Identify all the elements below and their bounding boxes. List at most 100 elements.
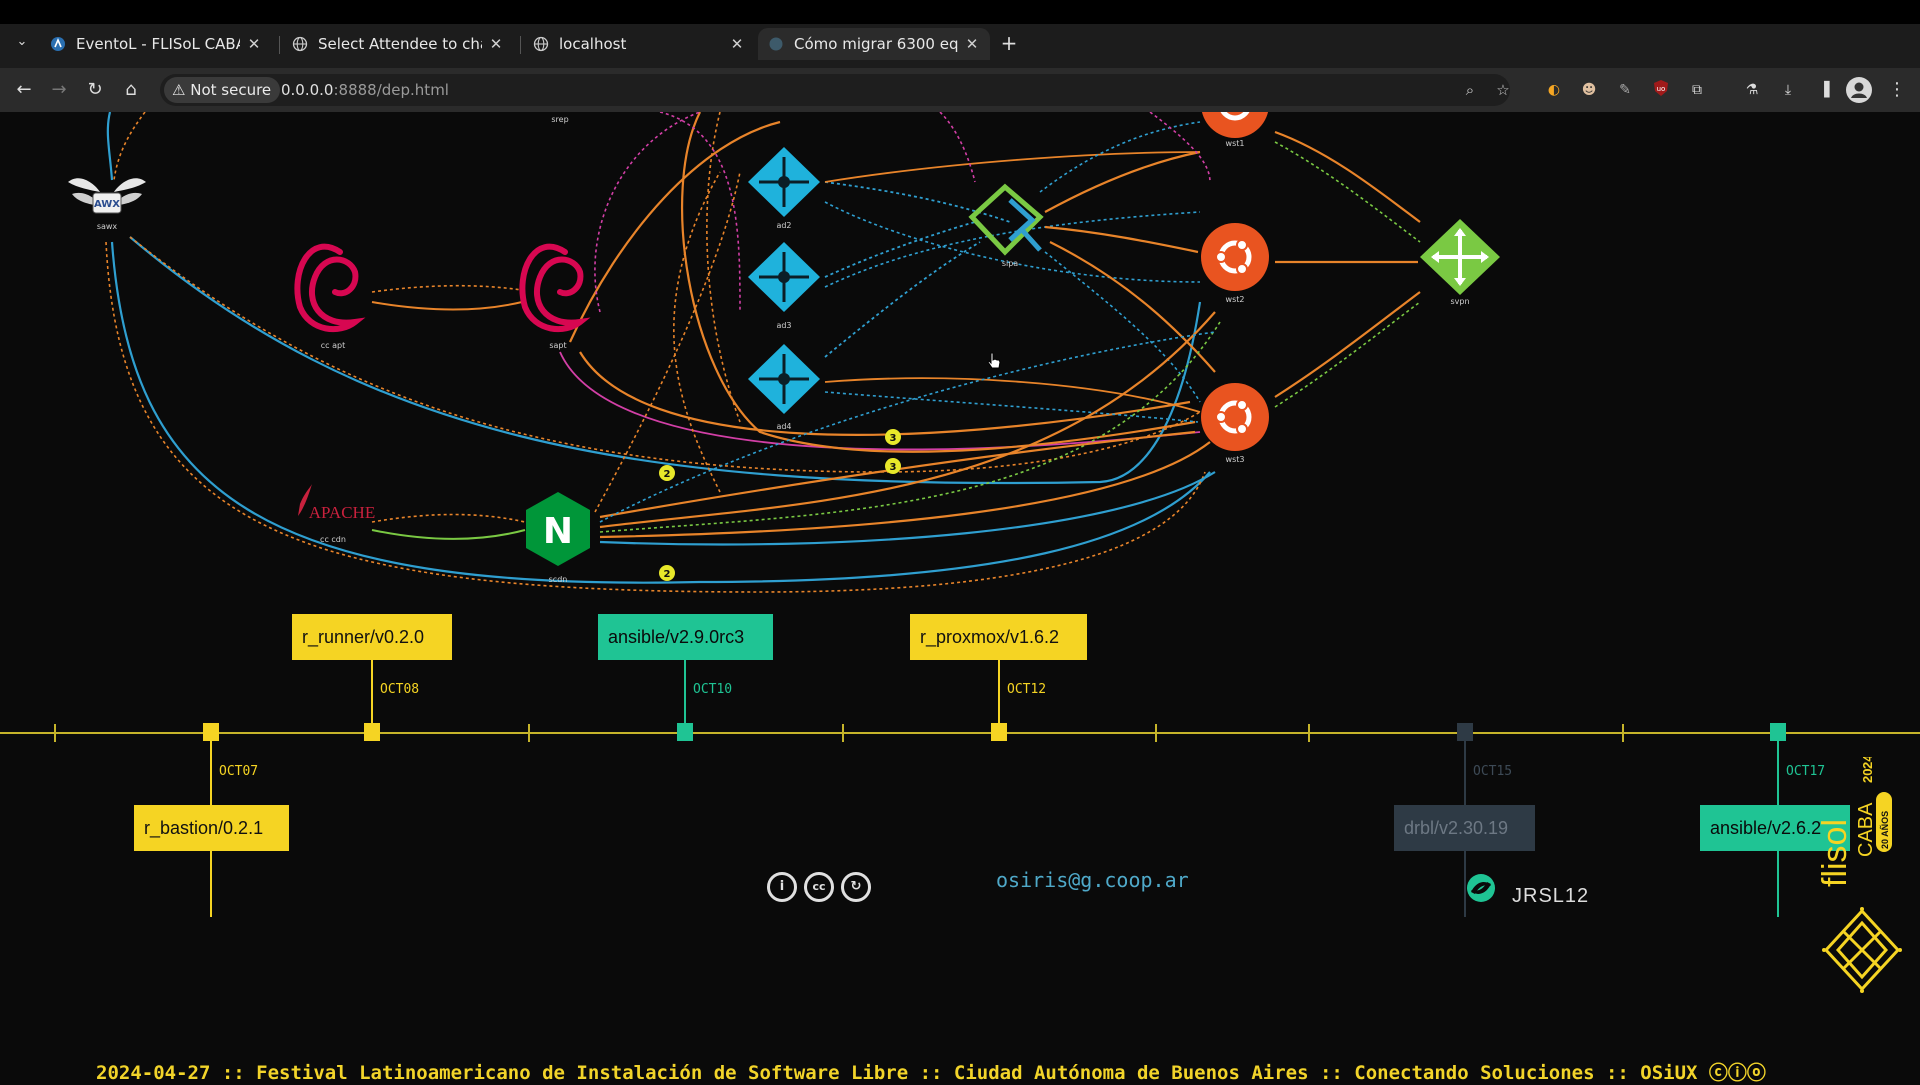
release-marker[interactable]: [991, 723, 1007, 741]
close-tab-icon[interactable]: ✕: [246, 35, 262, 53]
bookmark-star-icon[interactable]: ☆: [1491, 78, 1515, 102]
flisol-year: 20: [1860, 769, 1875, 783]
home-button[interactable]: ⌂: [119, 78, 143, 102]
timeline-tick: [1308, 724, 1310, 742]
release-tag[interactable]: r_runner/v0.2.0: [292, 614, 452, 660]
address-bar[interactable]: ⚠ Not secure 0.0.0.0:8888/dep.html ⌕ ☆: [160, 74, 1510, 106]
svg-text:AWX: AWX: [94, 199, 120, 210]
labs-flask-icon[interactable]: ⚗: [1741, 79, 1763, 101]
edge: [113, 112, 146, 181]
edge: [1149, 112, 1211, 183]
tab-eventol[interactable]: EventoL - FLISoL CABA ✕: [40, 28, 272, 60]
extension-moon-icon[interactable]: ◐: [1543, 79, 1565, 101]
page-icon: [769, 37, 783, 51]
release-tag[interactable]: r_proxmox/v1.6.2: [910, 614, 1087, 660]
cc-logo-icon: cc: [804, 872, 834, 902]
release-date: OCT12: [1007, 682, 1047, 697]
freeipa-icon: [968, 183, 1044, 256]
edge: [371, 284, 523, 293]
active-directory-icon: [748, 344, 820, 414]
timeline-tick: [528, 724, 530, 742]
release-marker[interactable]: [1770, 723, 1786, 741]
tab-localhost[interactable]: localhost ✕: [523, 28, 755, 60]
node-label: cc apt: [321, 341, 345, 350]
cc-attribution-icon: i: [767, 872, 797, 902]
security-chip[interactable]: ⚠ Not secure: [164, 77, 281, 103]
node-label: scdn: [549, 575, 568, 584]
svg-text:uo: uo: [1657, 85, 1666, 93]
node-label: ad2: [776, 221, 791, 230]
edge: [371, 513, 526, 523]
active-directory-icon: [748, 147, 820, 217]
active-directory-icon: [748, 242, 820, 312]
person-icon: [1851, 82, 1867, 98]
side-panel-icon[interactable]: ▐: [1813, 79, 1835, 101]
flisol-anniversary: 20 AÑOS: [1880, 811, 1890, 849]
tab-como-migrar[interactable]: Cómo migrar 6300 equ ✕: [758, 28, 990, 60]
warning-icon: ⚠: [172, 81, 186, 99]
edge: [371, 529, 526, 540]
author-email[interactable]: osiris@g.coop.ar: [996, 868, 1189, 892]
awx-icon: AWX: [68, 178, 146, 214]
extension-pin-icon[interactable]: ✎: [1614, 79, 1636, 101]
close-tab-icon[interactable]: ✕: [964, 35, 980, 53]
edge: [824, 221, 976, 278]
ublock-icon[interactable]: uo: [1650, 79, 1672, 101]
node-label: svpn: [1450, 297, 1469, 306]
tab-divider: [279, 36, 280, 54]
node-label: sawx: [97, 222, 118, 231]
release-tag[interactable]: r_bastion/0.2.1: [134, 805, 289, 851]
edge: [106, 112, 114, 181]
cc-sharealike-icon: ↻: [841, 872, 871, 902]
back-button[interactable]: ←: [12, 78, 36, 102]
edge: [824, 391, 1199, 423]
zoom-icon[interactable]: ⌕: [1458, 78, 1482, 102]
release-tag[interactable]: drbl/v2.30.19: [1394, 805, 1535, 851]
close-tab-icon[interactable]: ✕: [488, 35, 504, 53]
tab-search-icon[interactable]: ⌄: [10, 30, 34, 54]
release-date: OCT10: [693, 682, 733, 697]
edge: [1044, 251, 1201, 403]
close-tab-icon[interactable]: ✕: [729, 35, 745, 53]
nginx-icon: N: [526, 492, 590, 566]
edge: [594, 112, 701, 313]
timeline-tick: [54, 724, 56, 742]
url-host: 0.0.0.0: [281, 81, 334, 99]
download-icon[interactable]: ⤓: [1777, 79, 1799, 101]
release-marker[interactable]: [364, 723, 380, 741]
reload-button[interactable]: ↻: [83, 78, 107, 102]
flisol-city: CABA: [1855, 802, 1877, 857]
profile-avatar[interactable]: [1846, 77, 1872, 103]
node-label: wst1: [1226, 139, 1245, 148]
release-tag[interactable]: ansible/v2.9.0rc3: [598, 614, 773, 660]
release-marker[interactable]: [677, 723, 693, 741]
release-marker[interactable]: [203, 723, 219, 741]
svg-text:3: 3: [890, 462, 897, 473]
new-tab-button[interactable]: +: [998, 32, 1020, 54]
slide: 3 3 2 2 AWX sawx srep cc apt sapt ad2 ad…: [0, 112, 1920, 1084]
forward-button[interactable]: →: [47, 78, 71, 102]
node-label: srep: [551, 115, 568, 124]
node-label: cc cdn: [320, 535, 346, 544]
eventol-icon: [51, 37, 65, 51]
url-text[interactable]: 0.0.0.0:8888/dep.html: [281, 74, 449, 106]
tab-select-attendee[interactable]: Select Attendee to cha ✕: [282, 28, 514, 60]
edge: [599, 441, 1211, 539]
edge-badge: 3: [885, 429, 901, 445]
tab-label: EventoL - FLISoL CABA: [76, 35, 240, 53]
tab-label: Select Attendee to cha: [318, 35, 482, 53]
extensions-puzzle-icon[interactable]: ⧉: [1686, 79, 1708, 101]
menu-kebab-icon[interactable]: ⋮: [1886, 79, 1908, 101]
author-handle: JRSL12: [1512, 885, 1590, 907]
edge: [579, 351, 1191, 436]
release-stem: [684, 660, 686, 723]
svg-text:2: 2: [664, 469, 671, 480]
svg-text:2: 2: [664, 569, 671, 580]
release-marker[interactable]: [1457, 723, 1473, 741]
edge-badge: 3: [885, 458, 901, 474]
ubuntu-icon: [1201, 383, 1269, 451]
timeline-tick: [842, 724, 844, 742]
flisol-year: 24: [1860, 757, 1875, 769]
edge: [824, 211, 1201, 288]
extension-face-icon[interactable]: ☻: [1578, 79, 1600, 101]
